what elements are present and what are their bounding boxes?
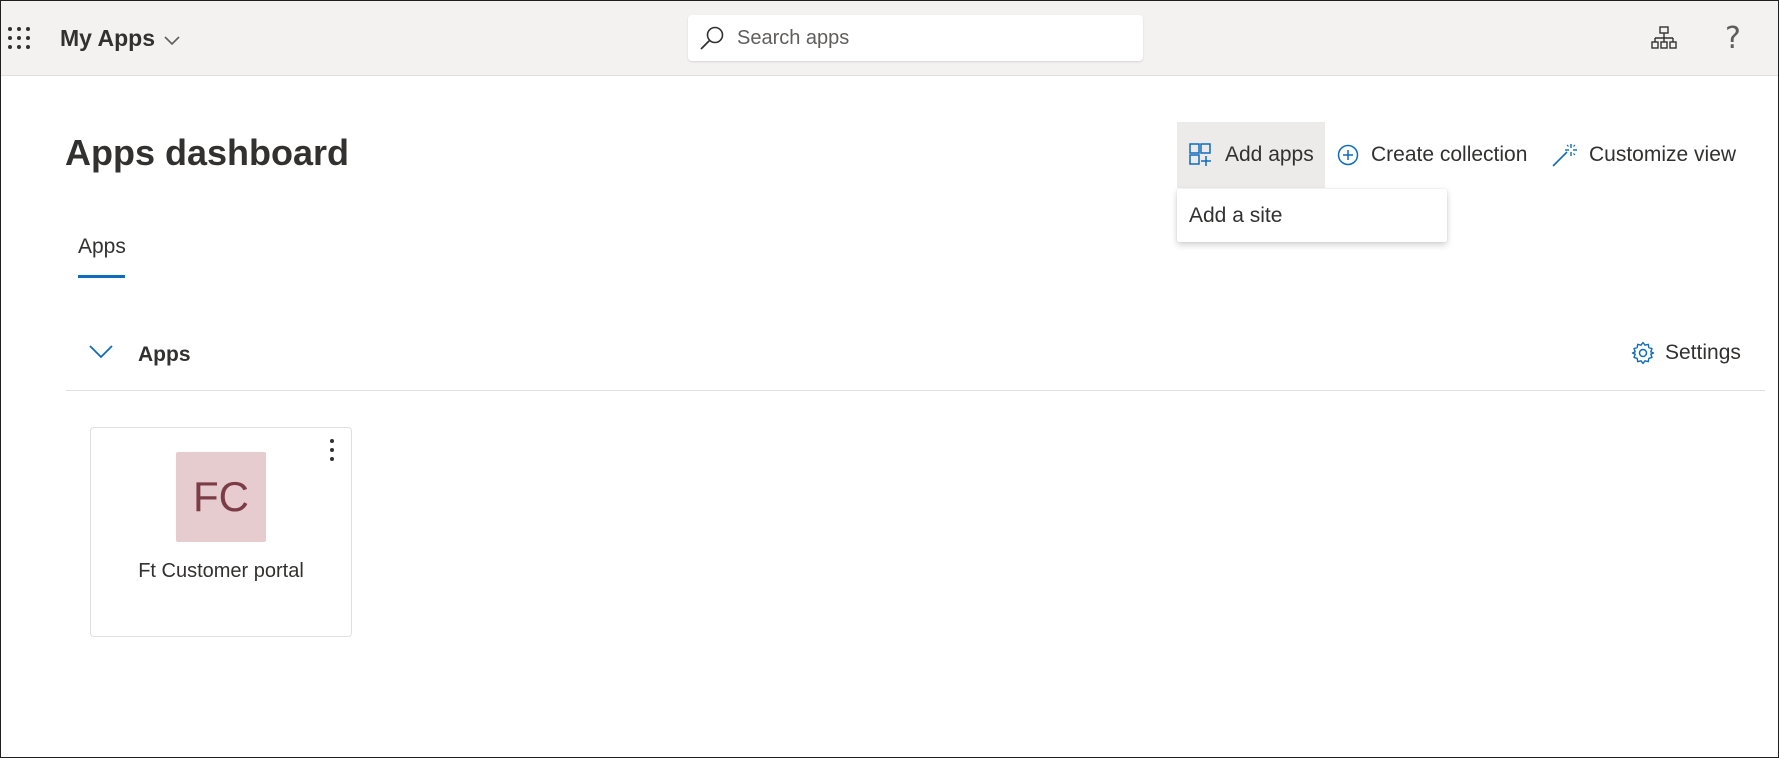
add-apps-button[interactable]: Add apps bbox=[1177, 122, 1325, 188]
app-title-menu[interactable]: My Apps bbox=[60, 25, 180, 52]
customize-view-button[interactable]: Customize view bbox=[1551, 122, 1736, 188]
add-apps-dropdown: Add a site bbox=[1177, 189, 1447, 242]
magic-wand-icon bbox=[1552, 144, 1577, 167]
app-window: My Apps ? bbox=[0, 0, 1779, 758]
grid-add-icon bbox=[1189, 143, 1211, 166]
top-bar: My Apps ? bbox=[1, 1, 1778, 76]
more-vertical-icon[interactable] bbox=[327, 439, 337, 465]
question-icon[interactable]: ? bbox=[1725, 21, 1741, 56]
app-name: Ft Customer portal bbox=[138, 560, 304, 582]
app-initials: FC bbox=[193, 473, 249, 520]
gear-icon bbox=[1631, 341, 1655, 365]
section-divider bbox=[66, 390, 1765, 391]
app-title: My Apps bbox=[60, 25, 155, 51]
settings-label: Settings bbox=[1665, 341, 1741, 364]
search-input[interactable] bbox=[735, 25, 1119, 51]
settings-button[interactable]: Settings bbox=[1631, 341, 1741, 365]
tab-apps[interactable]: Apps bbox=[78, 235, 126, 259]
search-box[interactable] bbox=[688, 15, 1143, 61]
app-tile[interactable]: FC Ft Customer portal bbox=[90, 427, 352, 637]
add-circle-icon bbox=[1337, 144, 1359, 166]
add-apps-label: Add apps bbox=[1225, 143, 1314, 166]
chevron-down-icon bbox=[164, 35, 180, 45]
create-collection-label: Create collection bbox=[1371, 143, 1528, 166]
page-title: Apps dashboard bbox=[65, 132, 350, 173]
waffle-icon[interactable] bbox=[8, 27, 32, 51]
create-collection-button[interactable]: Create collection bbox=[1337, 122, 1527, 188]
tab-selected-indicator bbox=[78, 275, 125, 278]
add-a-site-menu-item[interactable]: Add a site bbox=[1189, 204, 1282, 228]
app-logo: FC bbox=[176, 452, 266, 542]
section-title: Apps bbox=[138, 343, 191, 366]
search-icon bbox=[700, 26, 724, 50]
org-chart-icon[interactable] bbox=[1651, 26, 1677, 55]
section-toggle-chevron-down-icon[interactable] bbox=[89, 345, 113, 364]
customize-view-label: Customize view bbox=[1589, 143, 1737, 166]
